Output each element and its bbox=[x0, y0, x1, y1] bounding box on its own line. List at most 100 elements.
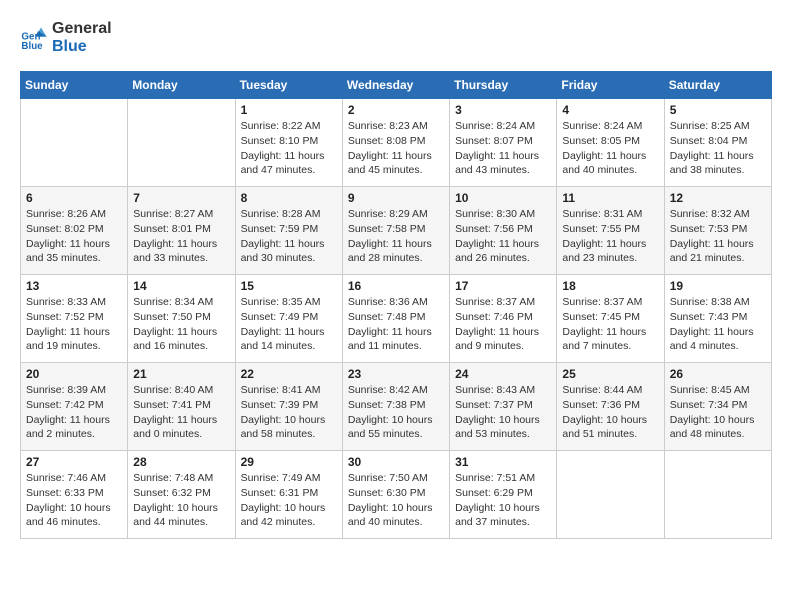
calendar-cell: 11Sunrise: 8:31 AMSunset: 7:55 PMDayligh… bbox=[557, 187, 664, 275]
calendar-cell: 4 Sunrise: 8:24 AMSunset: 8:05 PMDaylight… bbox=[557, 99, 664, 187]
day-info: Sunrise: 8:31 AMSunset: 7:55 PMDaylight:… bbox=[562, 207, 658, 266]
day-number: 16 bbox=[348, 279, 444, 293]
day-info: Sunrise: 8:39 AMSunset: 7:42 PMDaylight:… bbox=[26, 383, 122, 442]
calendar-cell: 15 Sunrise: 8:35 AMSunset: 7:49 PMDayligh… bbox=[235, 275, 342, 363]
day-number: 2 bbox=[348, 103, 444, 117]
calendar-cell: 3 Sunrise: 8:24 AMSunset: 8:07 PMDaylight… bbox=[450, 99, 557, 187]
calendar-cell: 14 Sunrise: 8:34 AMSunset: 7:50 PMDayligh… bbox=[128, 275, 235, 363]
day-info: Sunrise: 8:37 AMSunset: 7:46 PMDaylight:… bbox=[455, 295, 551, 354]
week-row-3: 13Sunrise: 8:33 AMSunset: 7:52 PMDayligh… bbox=[21, 275, 772, 363]
day-number: 31 bbox=[455, 455, 551, 469]
calendar-cell: 10 Sunrise: 8:30 AMSunset: 7:56 PMDayligh… bbox=[450, 187, 557, 275]
day-number: 13 bbox=[26, 279, 122, 293]
day-info: Sunrise: 8:36 AMSunset: 7:48 PMDaylight:… bbox=[348, 295, 444, 354]
day-number: 27 bbox=[26, 455, 122, 469]
calendar-cell: 22Sunrise: 8:41 AMSunset: 7:39 PMDayligh… bbox=[235, 363, 342, 451]
day-info: Sunrise: 8:42 AMSunset: 7:38 PMDaylight:… bbox=[348, 383, 444, 442]
day-number: 14 bbox=[133, 279, 229, 293]
day-number: 4 bbox=[562, 103, 658, 117]
day-number: 6 bbox=[26, 191, 122, 205]
day-info: Sunrise: 8:37 AMSunset: 7:45 PMDaylight:… bbox=[562, 295, 658, 354]
day-number: 19 bbox=[670, 279, 766, 293]
day-info: Sunrise: 8:32 AMSunset: 7:53 PMDaylight:… bbox=[670, 207, 766, 266]
header: Gen Blue General Blue bbox=[20, 20, 772, 55]
calendar-cell: 30 Sunrise: 7:50 AMSunset: 6:30 PMDayligh… bbox=[342, 451, 449, 539]
calendar-cell: 19 Sunrise: 8:38 AMSunset: 7:43 PMDayligh… bbox=[664, 275, 771, 363]
day-number: 8 bbox=[241, 191, 337, 205]
day-info: Sunrise: 8:23 AMSunset: 8:08 PMDaylight:… bbox=[348, 119, 444, 178]
day-info: Sunrise: 8:34 AMSunset: 7:50 PMDaylight:… bbox=[133, 295, 229, 354]
calendar-table: SundayMondayTuesdayWednesdayThursdayFrid… bbox=[20, 71, 772, 539]
day-info: Sunrise: 8:43 AMSunset: 7:37 PMDaylight:… bbox=[455, 383, 551, 442]
day-info: Sunrise: 8:41 AMSunset: 7:39 PMDaylight:… bbox=[241, 383, 337, 442]
day-info: Sunrise: 8:27 AMSunset: 8:01 PMDaylight:… bbox=[133, 207, 229, 266]
calendar-cell: 26 Sunrise: 8:45 AMSunset: 7:34 PMDayligh… bbox=[664, 363, 771, 451]
calendar-cell bbox=[128, 99, 235, 187]
day-info: Sunrise: 8:26 AMSunset: 8:02 PMDaylight:… bbox=[26, 207, 122, 266]
week-row-4: 20 Sunrise: 8:39 AMSunset: 7:42 PMDayligh… bbox=[21, 363, 772, 451]
svg-text:Blue: Blue bbox=[21, 41, 43, 52]
day-info: Sunrise: 8:28 AMSunset: 7:59 PMDaylight:… bbox=[241, 207, 337, 266]
calendar-cell: 2 Sunrise: 8:23 AMSunset: 8:08 PMDaylight… bbox=[342, 99, 449, 187]
day-number: 30 bbox=[348, 455, 444, 469]
weekday-header-monday: Monday bbox=[128, 72, 235, 99]
calendar-cell: 6 Sunrise: 8:26 AMSunset: 8:02 PMDaylight… bbox=[21, 187, 128, 275]
weekday-header-row: SundayMondayTuesdayWednesdayThursdayFrid… bbox=[21, 72, 772, 99]
weekday-header-friday: Friday bbox=[557, 72, 664, 99]
day-info: Sunrise: 8:35 AMSunset: 7:49 PMDaylight:… bbox=[241, 295, 337, 354]
day-info: Sunrise: 8:24 AMSunset: 8:07 PMDaylight:… bbox=[455, 119, 551, 178]
calendar-cell: 16 Sunrise: 8:36 AMSunset: 7:48 PMDayligh… bbox=[342, 275, 449, 363]
weekday-header-tuesday: Tuesday bbox=[235, 72, 342, 99]
day-info: Sunrise: 8:22 AMSunset: 8:10 PMDaylight:… bbox=[241, 119, 337, 178]
day-info: Sunrise: 8:45 AMSunset: 7:34 PMDaylight:… bbox=[670, 383, 766, 442]
day-info: Sunrise: 8:25 AMSunset: 8:04 PMDaylight:… bbox=[670, 119, 766, 178]
calendar-cell bbox=[557, 451, 664, 539]
day-number: 3 bbox=[455, 103, 551, 117]
week-row-2: 6 Sunrise: 8:26 AMSunset: 8:02 PMDaylight… bbox=[21, 187, 772, 275]
day-info: Sunrise: 8:30 AMSunset: 7:56 PMDaylight:… bbox=[455, 207, 551, 266]
day-info: Sunrise: 8:38 AMSunset: 7:43 PMDaylight:… bbox=[670, 295, 766, 354]
day-number: 15 bbox=[241, 279, 337, 293]
day-number: 17 bbox=[455, 279, 551, 293]
day-number: 26 bbox=[670, 367, 766, 381]
calendar-cell bbox=[21, 99, 128, 187]
calendar-cell bbox=[664, 451, 771, 539]
weekday-header-sunday: Sunday bbox=[21, 72, 128, 99]
calendar-cell: 25Sunrise: 8:44 AMSunset: 7:36 PMDayligh… bbox=[557, 363, 664, 451]
day-number: 1 bbox=[241, 103, 337, 117]
logo-text-line2: Blue bbox=[52, 38, 112, 56]
day-info: Sunrise: 8:40 AMSunset: 7:41 PMDaylight:… bbox=[133, 383, 229, 442]
weekday-header-wednesday: Wednesday bbox=[342, 72, 449, 99]
calendar-cell: 29 Sunrise: 7:49 AMSunset: 6:31 PMDayligh… bbox=[235, 451, 342, 539]
day-number: 21 bbox=[133, 367, 229, 381]
day-info: Sunrise: 7:48 AMSunset: 6:32 PMDaylight:… bbox=[133, 471, 229, 530]
day-number: 5 bbox=[670, 103, 766, 117]
calendar-cell: 17 Sunrise: 8:37 AMSunset: 7:46 PMDayligh… bbox=[450, 275, 557, 363]
calendar-cell: 1 Sunrise: 8:22 AMSunset: 8:10 PMDaylight… bbox=[235, 99, 342, 187]
calendar-cell: 8 Sunrise: 8:28 AMSunset: 7:59 PMDaylight… bbox=[235, 187, 342, 275]
day-info: Sunrise: 8:24 AMSunset: 8:05 PMDaylight:… bbox=[562, 119, 658, 178]
calendar-cell: 13Sunrise: 8:33 AMSunset: 7:52 PMDayligh… bbox=[21, 275, 128, 363]
day-number: 10 bbox=[455, 191, 551, 205]
day-info: Sunrise: 7:50 AMSunset: 6:30 PMDaylight:… bbox=[348, 471, 444, 530]
day-info: Sunrise: 7:51 AMSunset: 6:29 PMDaylight:… bbox=[455, 471, 551, 530]
week-row-1: 1 Sunrise: 8:22 AMSunset: 8:10 PMDaylight… bbox=[21, 99, 772, 187]
day-number: 25 bbox=[562, 367, 658, 381]
calendar-cell: 27 Sunrise: 7:46 AMSunset: 6:33 PMDayligh… bbox=[21, 451, 128, 539]
week-row-5: 27 Sunrise: 7:46 AMSunset: 6:33 PMDayligh… bbox=[21, 451, 772, 539]
day-number: 28 bbox=[133, 455, 229, 469]
calendar-cell: 5 Sunrise: 8:25 AMSunset: 8:04 PMDaylight… bbox=[664, 99, 771, 187]
calendar-cell: 12 Sunrise: 8:32 AMSunset: 7:53 PMDayligh… bbox=[664, 187, 771, 275]
calendar-cell: 9Sunrise: 8:29 AMSunset: 7:58 PMDaylight… bbox=[342, 187, 449, 275]
logo-icon: Gen Blue bbox=[20, 24, 48, 52]
calendar-cell: 24Sunrise: 8:43 AMSunset: 7:37 PMDayligh… bbox=[450, 363, 557, 451]
calendar-cell: 23Sunrise: 8:42 AMSunset: 7:38 PMDayligh… bbox=[342, 363, 449, 451]
day-number: 29 bbox=[241, 455, 337, 469]
day-info: Sunrise: 7:49 AMSunset: 6:31 PMDaylight:… bbox=[241, 471, 337, 530]
logo: Gen Blue General Blue bbox=[20, 20, 112, 55]
day-info: Sunrise: 7:46 AMSunset: 6:33 PMDaylight:… bbox=[26, 471, 122, 530]
logo-text-line1: General bbox=[52, 20, 112, 38]
day-number: 20 bbox=[26, 367, 122, 381]
calendar-cell: 28 Sunrise: 7:48 AMSunset: 6:32 PMDayligh… bbox=[128, 451, 235, 539]
day-number: 12 bbox=[670, 191, 766, 205]
